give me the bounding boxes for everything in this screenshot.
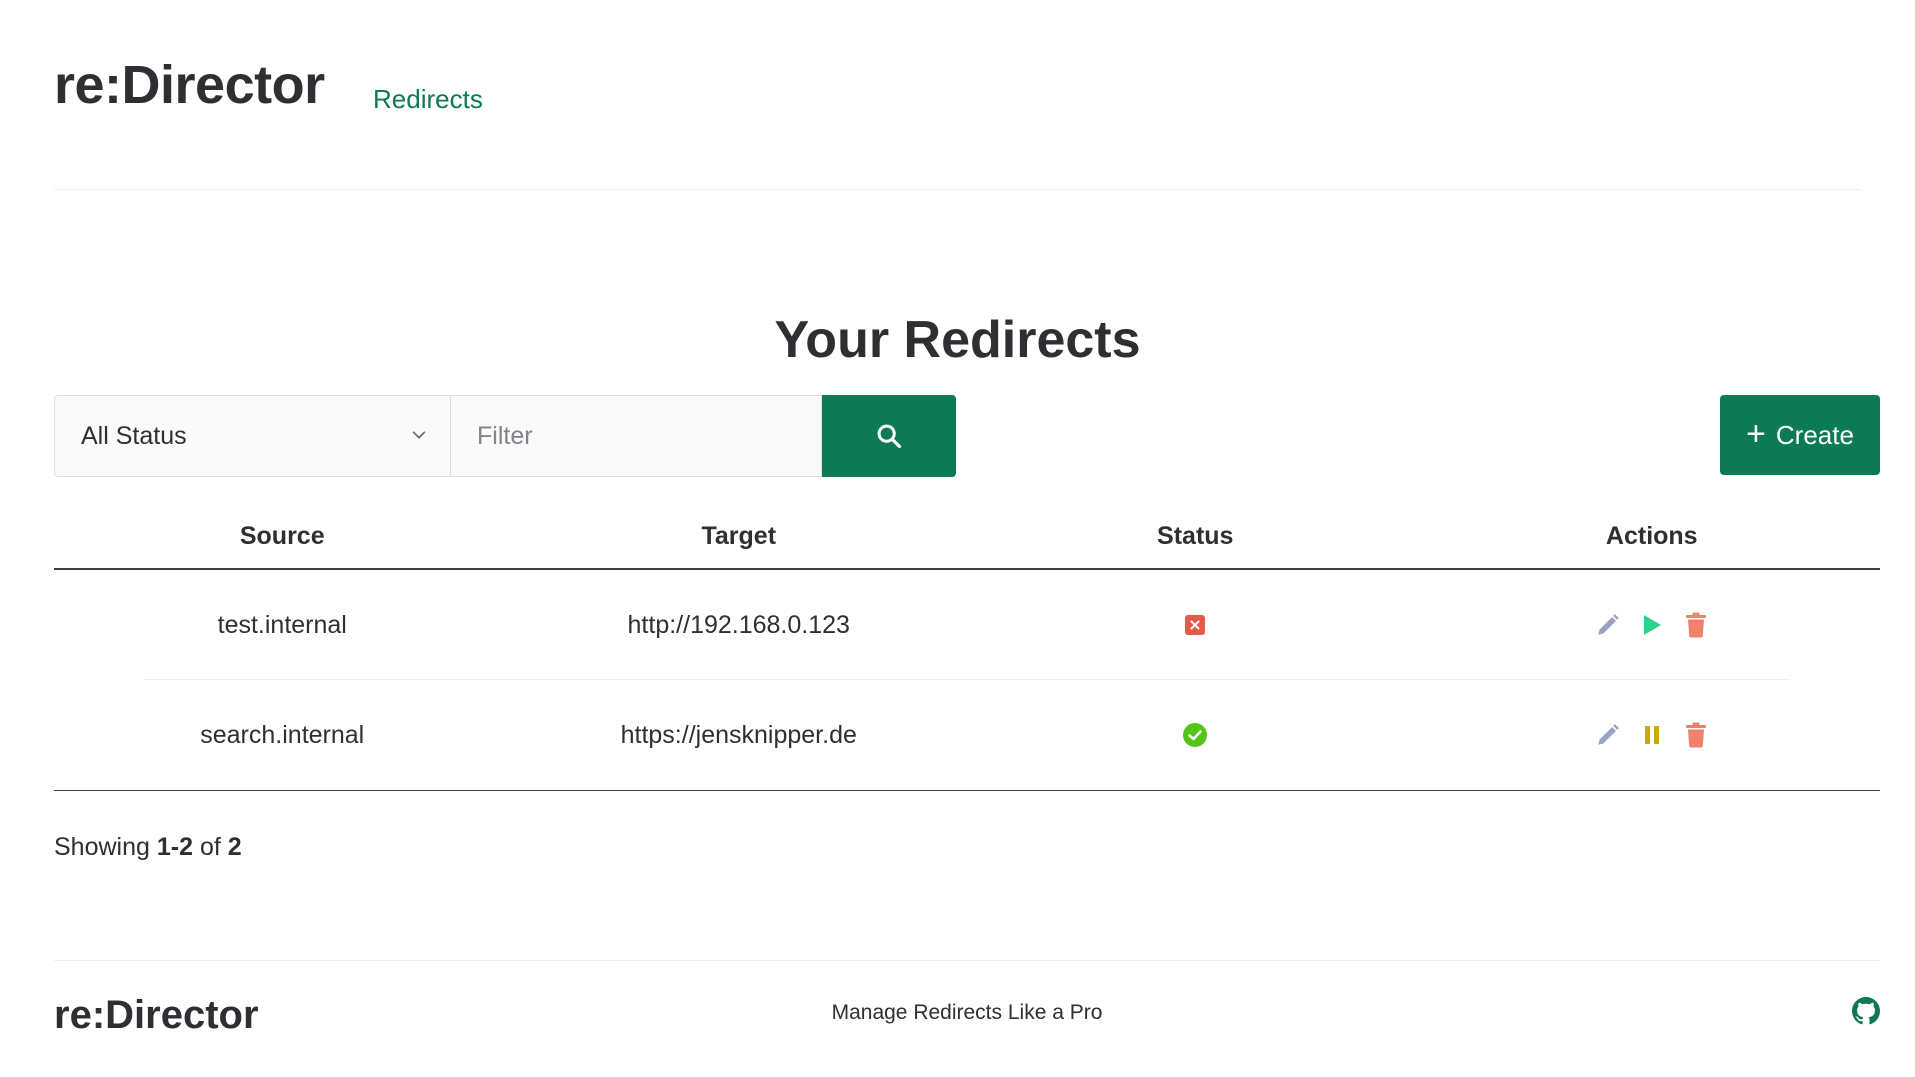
footer-tagline: Manage Redirects Like a Pro <box>831 1001 1103 1024</box>
footer: re:Director Manage Redirects Like a Pro <box>54 960 1880 1070</box>
pagination-total: 2 <box>227 833 242 861</box>
search-button[interactable] <box>822 395 956 477</box>
pagination-of: of <box>199 833 221 861</box>
search-icon <box>877 424 902 449</box>
plus-icon: + <box>1746 414 1766 453</box>
table-row: search.internal https://jensknipper.de <box>54 680 1880 790</box>
column-header-target: Target <box>701 522 777 550</box>
filter-input[interactable] <box>450 395 822 477</box>
page: re:Director Redirects Your Redirects All… <box>0 0 1915 1077</box>
header: re:Director Redirects <box>54 0 1861 190</box>
column-header-status: Status <box>1157 522 1234 550</box>
github-icon[interactable] <box>1852 997 1880 1025</box>
pagination-range: 1-2 <box>156 833 193 861</box>
nav-link-redirects[interactable]: Redirects <box>373 84 483 115</box>
column-header-source: Source <box>239 522 325 550</box>
check-circle-icon <box>1183 723 1208 747</box>
pagination-summary: Showing 1-2 of 2 <box>54 833 242 862</box>
redirects-table: Source Target Status Actions test.intern… <box>54 505 1880 791</box>
status-cell <box>967 722 1424 748</box>
actions-cell <box>1424 720 1881 750</box>
table-row: test.internal http://192.168.0.123 <box>54 570 1880 680</box>
toolbar: All Status + Create <box>54 395 1880 477</box>
pause-icon[interactable] <box>1637 720 1667 750</box>
table-body: test.internal http://192.168.0.123 searc… <box>54 570 1880 791</box>
trash-icon[interactable] <box>1681 720 1711 750</box>
target-cell: http://192.168.0.123 <box>627 610 850 639</box>
filter-group: All Status <box>54 395 956 477</box>
table-header: Source Target Status Actions <box>54 505 1880 570</box>
error-icon <box>1185 615 1206 635</box>
status-select[interactable]: All Status <box>54 395 450 477</box>
actions-cell <box>1424 610 1881 640</box>
edit-icon[interactable] <box>1593 610 1623 640</box>
target-cell: https://jensknipper.de <box>620 720 857 749</box>
trash-icon[interactable] <box>1681 610 1711 640</box>
status-cell <box>967 614 1424 636</box>
play-icon[interactable] <box>1637 610 1667 640</box>
source-cell: test.internal <box>217 610 347 639</box>
chevron-down-icon <box>412 431 426 439</box>
page-title: Your Redirects <box>774 311 1141 369</box>
create-button[interactable]: + Create <box>1720 395 1880 475</box>
edit-icon[interactable] <box>1593 720 1623 750</box>
create-button-label: Create <box>1775 419 1854 450</box>
source-cell: search.internal <box>200 720 365 749</box>
pagination-prefix: Showing <box>54 833 150 861</box>
status-select-value: All Status <box>81 421 187 450</box>
brand-logo[interactable]: re:Director <box>54 54 325 116</box>
column-header-actions: Actions <box>1605 522 1698 550</box>
